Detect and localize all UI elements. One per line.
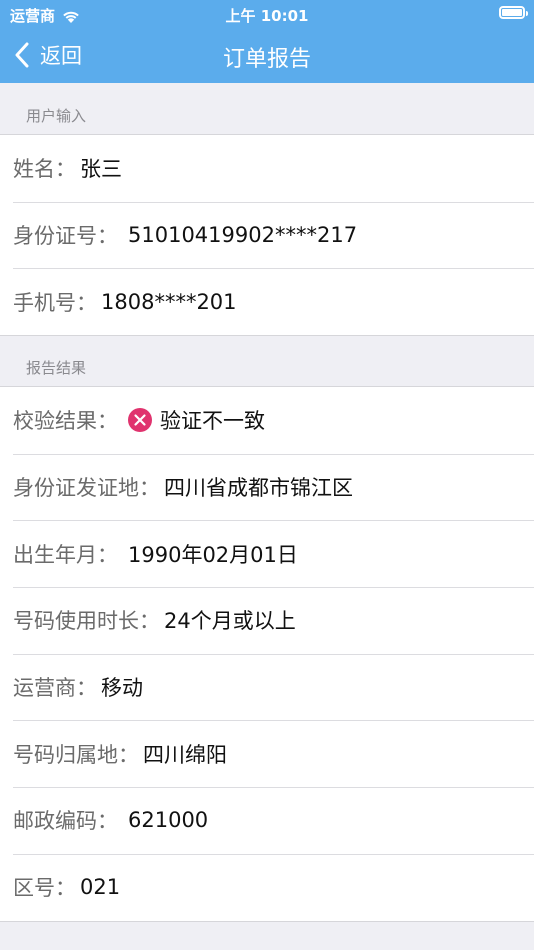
row-phone: 手机号： 1808****201 (0, 268, 534, 335)
row-label: 身份证号： (13, 224, 118, 249)
row-birth-date: 出生年月： 1990年02月01日 (0, 520, 534, 587)
row-value: 1990年02月01日 (128, 542, 298, 567)
verify-result-text: 验证不一致 (160, 409, 265, 434)
row-value-with-icon: 验证不一致 (128, 405, 265, 435)
row-value: 四川绵阳 (143, 742, 227, 767)
status-time: 上午 10:01 (225, 7, 309, 25)
row-id-number: 身份证号： 51010419902****217 (0, 201, 534, 269)
row-label: 身份证发证地： (13, 476, 160, 501)
row-label: 号码归属地： (13, 742, 139, 767)
page-title: 订单报告 (222, 47, 311, 72)
row-carrier: 运营商： 移动 (0, 653, 534, 721)
error-x-icon (128, 408, 152, 433)
row-value: 621000 (128, 808, 209, 833)
section-header-user-input: 用户输入 (26, 107, 87, 125)
row-verify-result: 校验结果： 验证不一致 (0, 387, 534, 454)
row-label: 区号： (13, 876, 76, 901)
row-area-code: 区号： 021 (0, 853, 534, 921)
row-label: 邮政编码： (13, 809, 118, 834)
row-value: 四川省成都市锦江区 (164, 476, 353, 501)
row-label: 校验结果： (13, 409, 118, 434)
row-name: 姓名： 张三 (0, 135, 534, 202)
section-header-report: 报告结果 (26, 359, 87, 377)
row-label: 出生年月： (13, 542, 118, 567)
row-value: 张三 (80, 157, 122, 182)
battery-icon (499, 6, 528, 19)
user-input-group: 姓名： 张三 身份证号： 51010419902****217 手机号： 180… (0, 134, 534, 337)
row-id-issue-place: 身份证发证地： 四川省成都市锦江区 (0, 453, 534, 521)
row-value: 1808****201 (101, 289, 237, 314)
row-value: 24个月或以上 (164, 609, 296, 634)
row-postal-code: 邮政编码： 621000 (0, 787, 534, 854)
row-label: 姓名： (13, 157, 76, 182)
report-group: 校验结果： 验证不一致 身份证发证地： 四川省成都市锦江区 出生年月： 1990… (0, 386, 534, 922)
row-value: 移动 (101, 676, 143, 701)
row-label: 运营商： (13, 676, 97, 701)
top-bar: 运营商 上午 10:01 返回 订单报告 (0, 0, 534, 83)
row-value: 51010419902****217 (128, 223, 358, 248)
row-number-usage-duration: 号码使用时长： 24个月或以上 (0, 587, 534, 654)
row-label: 手机号： (13, 290, 97, 315)
row-label: 号码使用时长： (13, 609, 160, 634)
navigation-bar: 返回 订单报告 (0, 28, 534, 83)
row-number-location: 号码归属地： 四川绵阳 (0, 720, 534, 787)
status-bar: 运营商 上午 10:01 (0, 0, 534, 28)
row-value: 021 (80, 875, 121, 900)
